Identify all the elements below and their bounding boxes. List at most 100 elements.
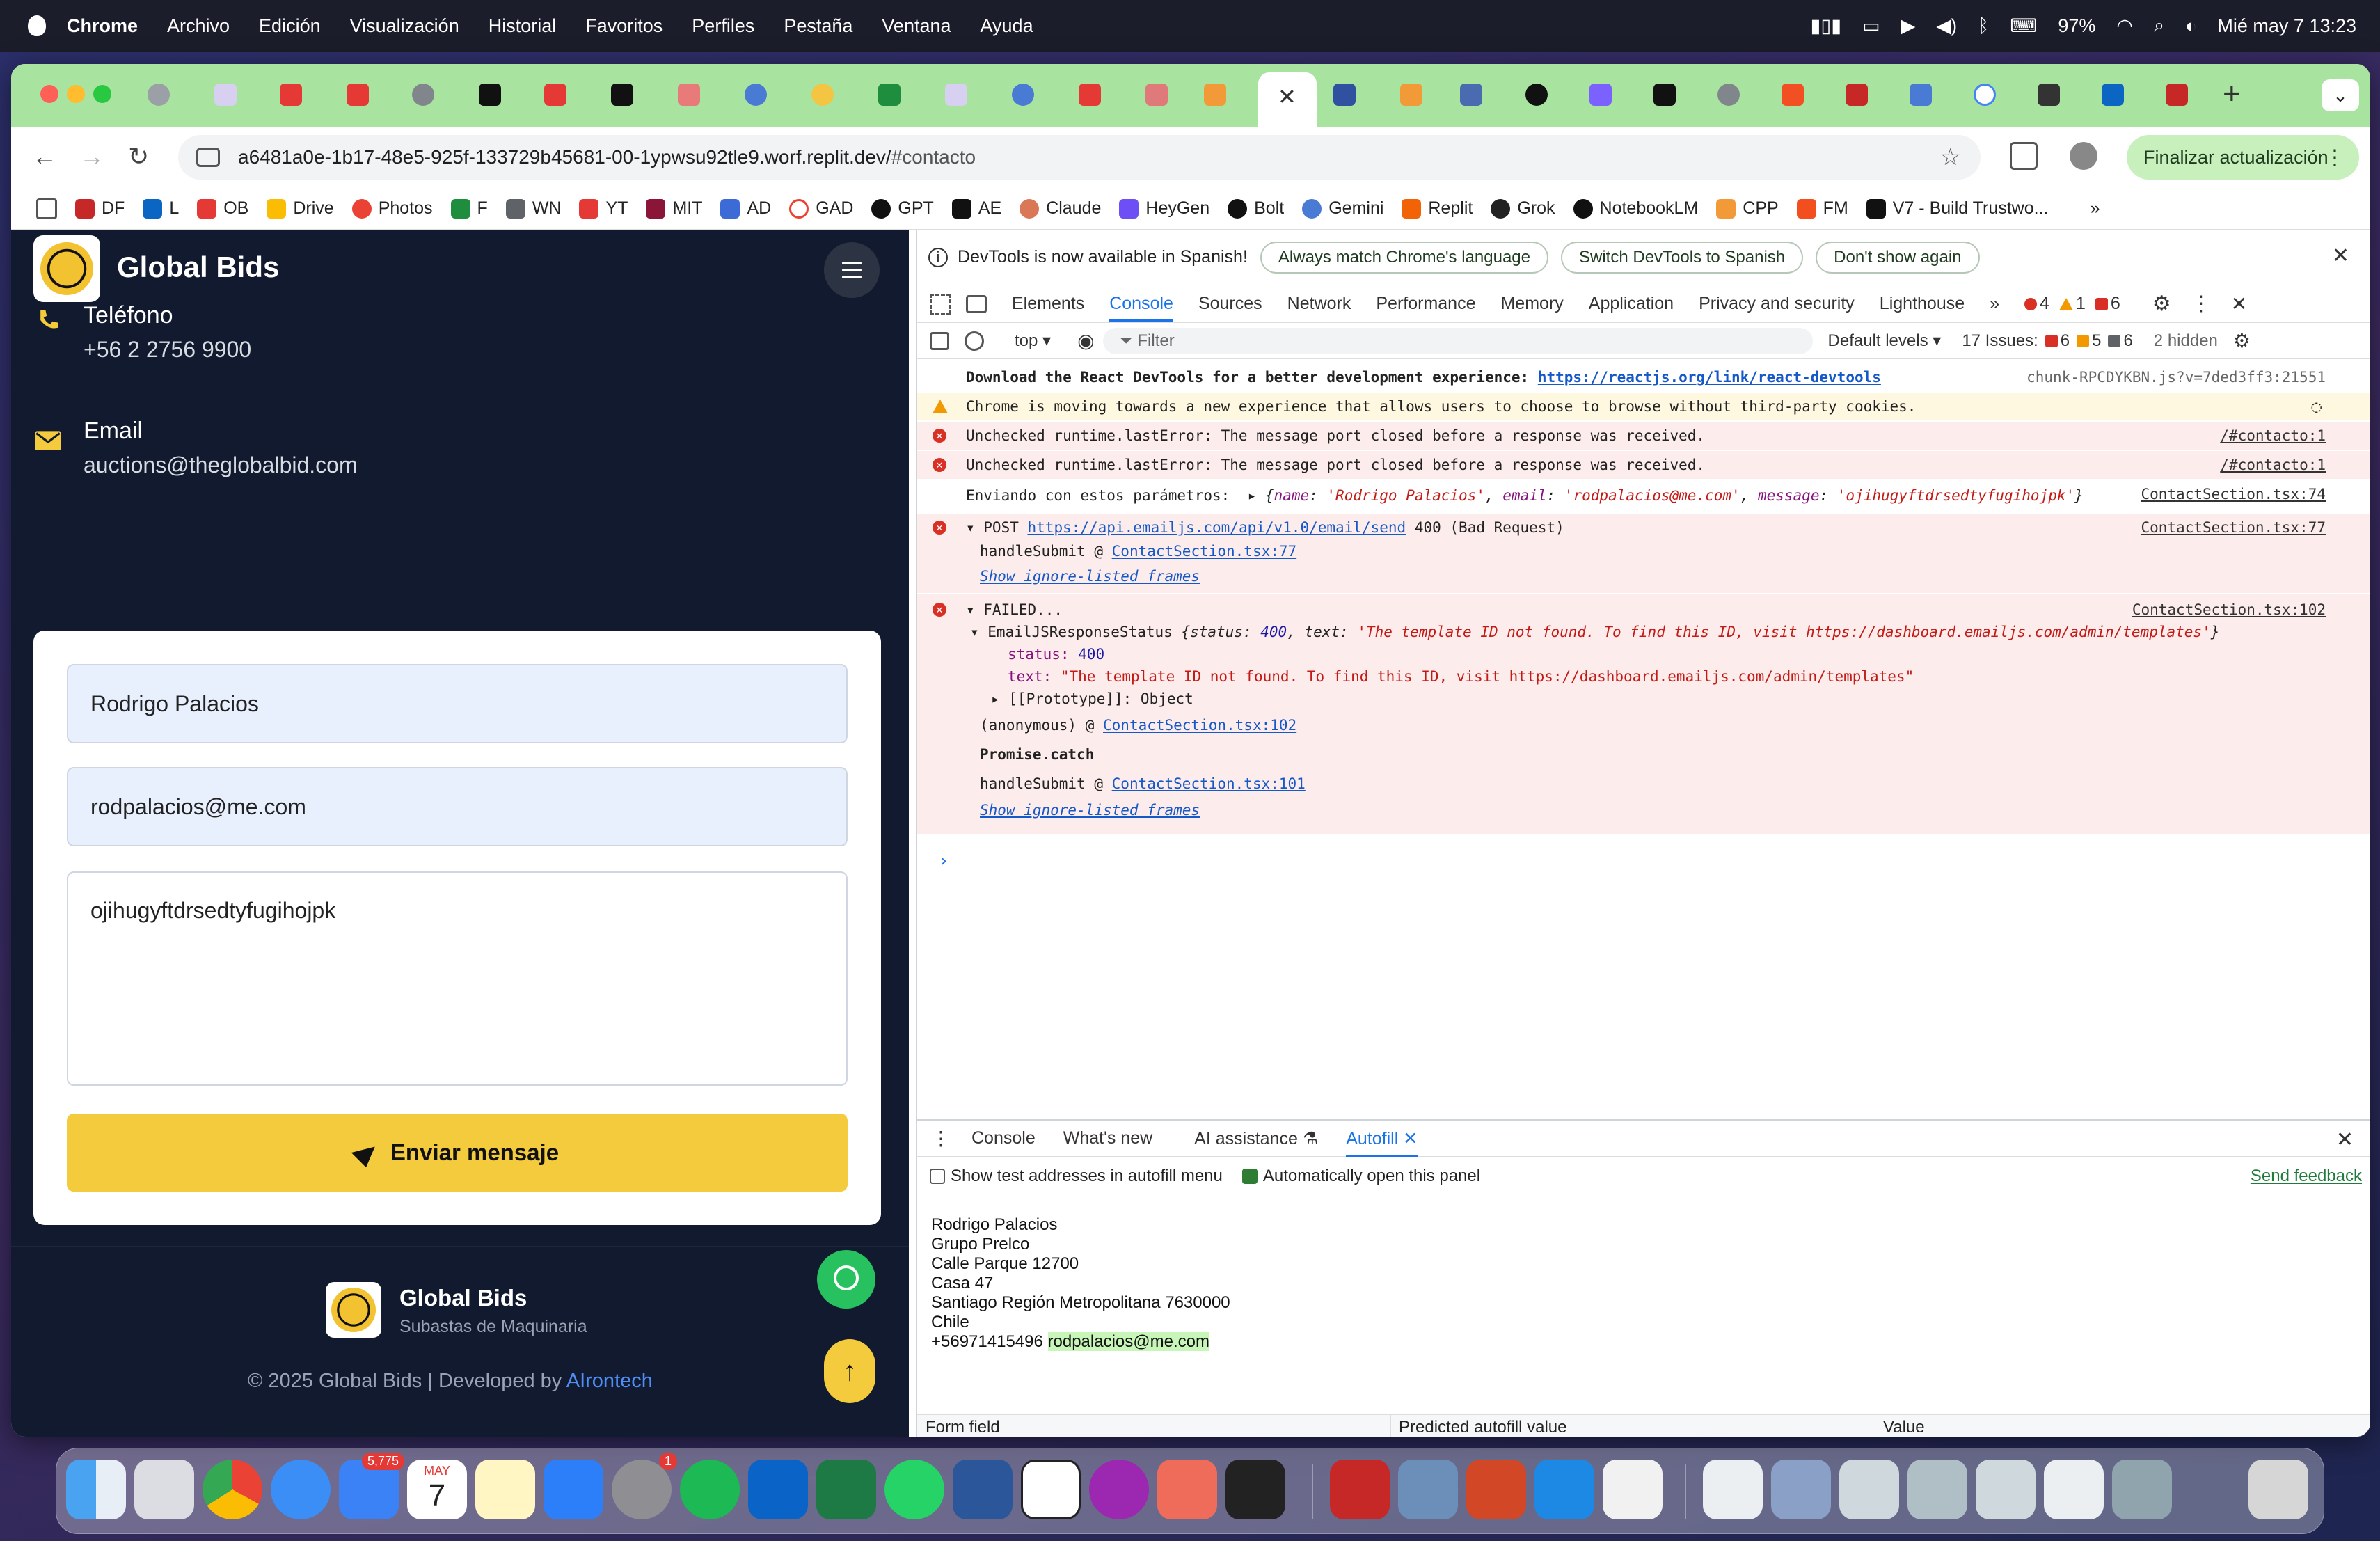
tab-memory[interactable]: Memory [1500,294,1563,314]
show-test-addresses-label[interactable]: Show test addresses in autofill menu [951,1167,1223,1186]
audio-icon[interactable]: ▮▯▮ [1811,15,1842,37]
stack-frame-link[interactable]: ContactSection.tsx:102 [1103,717,1296,734]
issues-info[interactable]: 6 [2108,331,2133,351]
tab-google-icon[interactable] [1974,84,1996,106]
tab-privacy-security[interactable]: Privacy and security [1699,294,1855,314]
more-tabs-icon[interactable]: » [1990,294,1999,314]
stack-frame-link[interactable]: ContactSection.tsx:101 [1112,775,1306,792]
bookmark-ob[interactable]: OB [197,198,248,219]
tab-favicon[interactable] [1846,84,1868,106]
play-icon[interactable]: ▶ [1901,15,1916,37]
menu-visualizacion[interactable]: Visualización [350,15,459,37]
bookmark-gpt[interactable]: GPT [871,198,934,219]
col-form-field[interactable]: Form field [926,1418,1000,1437]
system-settings-icon[interactable]: 1 [612,1453,677,1519]
tab-favicon[interactable] [214,84,237,106]
powerpoint-icon[interactable] [1466,1460,1526,1519]
auto-open-panel-checkbox[interactable] [1241,1169,1258,1184]
bookmark-l[interactable]: L [143,198,179,219]
issue-count[interactable]: 6 [2095,294,2120,314]
col-value[interactable]: Value [1883,1418,1925,1437]
tab-favicon[interactable] [2166,84,2188,106]
trash-icon[interactable] [2248,1460,2308,1519]
tab-globe-icon[interactable] [1717,84,1740,106]
tab-lighthouse[interactable]: Lighthouse [1880,294,1965,314]
screen-icon[interactable]: ▭ [1862,15,1880,37]
drawer-tab-whats-new[interactable]: What's new [1063,1128,1152,1148]
launchpad-icon[interactable] [134,1460,194,1519]
reload-button[interactable]: ↻ [128,142,149,171]
bookmark-cpp[interactable]: CPP [1716,198,1779,219]
warning-count[interactable]: 1 [2058,294,2086,314]
settings-gear-icon[interactable]: ⚙ [2152,292,2171,316]
hamburger-menu-button[interactable] [824,242,880,298]
extensions-icon[interactable] [2010,142,2038,170]
tab-application[interactable]: Application [1589,294,1674,314]
object-class[interactable]: ▾ EmailJSResponseStatus [970,624,1181,640]
issues-errors[interactable]: 6 [2045,331,2070,351]
more-bookmarks-button[interactable]: » [2090,198,2100,219]
preview-icon[interactable] [1398,1460,1458,1519]
notes-icon[interactable] [475,1460,535,1519]
message-source[interactable]: /#contacto:1 [2220,457,2326,473]
console-settings-icon[interactable]: ⚙ [2233,329,2251,352]
textedit-icon[interactable] [1603,1460,1663,1519]
inspect-element-icon[interactable] [930,293,951,315]
app-icon[interactable] [1157,1460,1217,1519]
document-icon[interactable] [1703,1460,1763,1519]
issues-label[interactable]: 17 Issues: [1962,331,2038,351]
close-window-icon[interactable] [40,85,58,103]
tab-favicon[interactable] [1012,84,1034,106]
send-message-button[interactable]: Enviar mensaje [67,1114,848,1192]
tab-favicon[interactable] [2038,84,2060,106]
forward-button[interactable]: → [79,142,104,171]
menu-pestana[interactable]: Pestaña [784,15,852,37]
tab-favicon[interactable] [1589,84,1612,106]
close-icon[interactable]: ✕ [2332,244,2349,268]
site-brand[interactable]: Global Bids [117,251,279,284]
close-tab-icon[interactable]: ✕ [1278,84,1296,110]
drawer-tab-console[interactable]: Console [971,1128,1036,1148]
bookmark-ad[interactable]: AD [720,198,771,219]
message-source[interactable]: chunk-RPCDYKBN.js?v=7ded3ff3:21551 [2026,369,2326,386]
bookmark-claude[interactable]: Claude [1020,198,1101,219]
zoom-window-icon[interactable] [93,85,111,103]
keynote-icon[interactable] [544,1460,603,1519]
clear-console-icon[interactable] [965,331,984,351]
tab-youtube-icon[interactable] [1079,84,1101,106]
show-test-addresses-checkbox[interactable] [930,1169,945,1184]
message-source[interactable]: ContactSection.tsx:74 [2141,486,2326,503]
menu-app-name[interactable]: Chrome [67,15,138,37]
bookmark-notebooklm[interactable]: NotebookLM [1573,198,1698,219]
tab-search-button[interactable]: ⌄ [2322,79,2359,111]
apps-grid-icon[interactable] [36,198,57,219]
tab-network[interactable]: Network [1287,294,1351,314]
drawer-menu-icon[interactable]: ⋮ [931,1127,951,1150]
issues-warnings[interactable]: 5 [2077,331,2101,351]
tab-favicon[interactable] [1400,84,1422,106]
bookmark-replit[interactable]: Replit [1402,198,1473,219]
address-bar[interactable]: a6481a0e-1b17-48e5-925f-133729b45681-00-… [178,135,1981,180]
bookmark-mit[interactable]: MIT [646,198,702,219]
folder-stack-icon[interactable] [2044,1460,2104,1519]
menu-ayuda[interactable]: Ayuda [981,15,1033,37]
close-drawer-icon[interactable]: ✕ [2336,1128,2354,1152]
acrobat-icon[interactable] [1330,1460,1390,1519]
whatsapp-icon[interactable] [884,1460,944,1519]
folder-stack-icon[interactable] [1771,1460,1831,1519]
scroll-to-top-button[interactable]: ↑ [824,1339,875,1403]
downloads-stack-icon[interactable] [1839,1460,1899,1519]
message-textarea[interactable]: ojihugyftdrsedtyfugihojpk [67,871,848,1086]
clock[interactable]: Mié may 7 13:23 [2217,15,2356,37]
console-prompt[interactable]: › [938,851,949,871]
sidebar-toggle-icon[interactable] [930,331,949,350]
tab-sources[interactable]: Sources [1198,294,1262,314]
update-button[interactable]: Finalizar actualización ⋮ [2127,135,2359,180]
menu-archivo[interactable]: Archivo [167,15,230,37]
calendar-app-icon[interactable] [1021,1460,1081,1519]
tab-favicon[interactable] [811,84,834,106]
screen-recorder-icon[interactable] [1089,1460,1149,1519]
battery-label[interactable]: 97% [2058,15,2095,37]
bookmark-yt[interactable]: YT [579,198,628,219]
spotify-icon[interactable] [680,1460,740,1519]
